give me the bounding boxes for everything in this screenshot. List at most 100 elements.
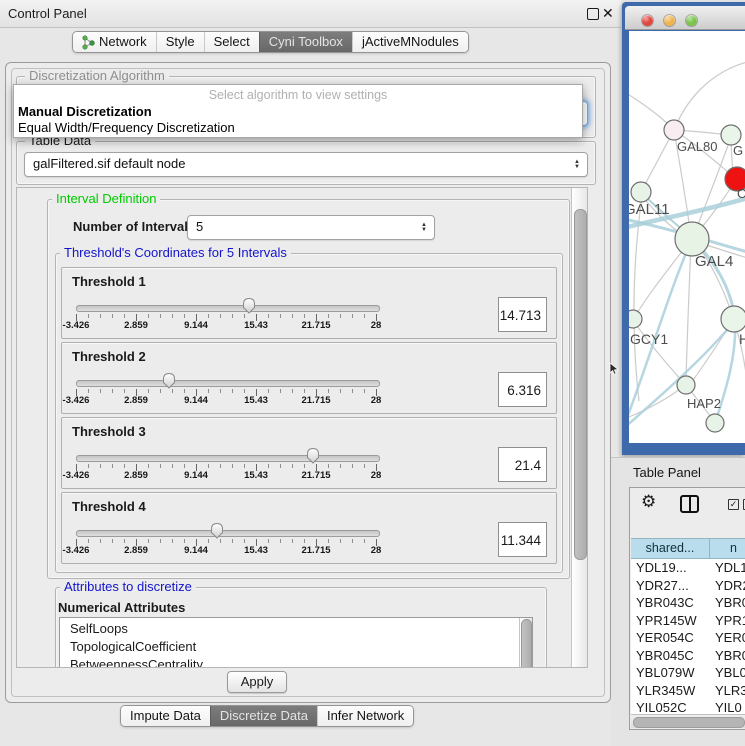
gear-icon[interactable]: ⚙ [641,492,656,512]
tab-style[interactable]: Style [156,32,204,52]
numerical-attributes-list[interactable]: SelfLoopsTopologicalCoefficientBetweenne… [59,617,533,668]
table-row[interactable]: YBR045CYBR0 [631,647,745,665]
list-item[interactable]: TopologicalCoefficient [70,638,196,656]
network-node-gal4[interactable] [675,222,709,256]
network-node-h[interactable] [721,306,745,332]
table-row[interactable]: YBL079WYBL0 [631,664,745,682]
list-scrollbar-track[interactable] [519,618,532,668]
threshold-value-field[interactable]: 21.4 [498,447,547,482]
table-row[interactable]: YLR345WYLR3 [631,682,745,700]
slider-tick [220,464,221,468]
table-data-combobox[interactable]: galFiltered.sif default node ▲▼ [24,152,588,177]
table-row[interactable]: YDL19...YDL1 [631,559,745,577]
network-edge[interactable] [629,91,671,127]
column-header-shared-[interactable]: shared... [631,538,710,559]
apply-button[interactable]: Apply [227,671,287,693]
column-layout-icon[interactable] [680,495,699,513]
table-header-row[interactable]: shared...n [631,538,745,559]
minimize-light[interactable] [664,15,675,26]
slider-track[interactable] [76,380,380,387]
network-node-gal80[interactable] [664,120,684,140]
mouse-cursor [609,362,621,376]
table-hscrollbar-thumb[interactable] [633,717,745,728]
tab-impute-data[interactable]: Impute Data [121,706,210,726]
tab-label: Network [99,32,147,52]
slider-tick [160,314,161,318]
slider-thumb[interactable] [209,521,225,540]
table-row[interactable]: YIL052CYIL0 [631,699,745,714]
threshold-value-field[interactable]: 6.316 [498,372,547,407]
slider-thumb[interactable] [161,371,177,390]
table-row[interactable]: YBR043CYBR0 [631,594,745,612]
slider-track[interactable] [76,455,380,462]
popup-item-manual-discretization[interactable]: Manual Discretization [18,104,152,119]
network-node-g[interactable] [721,125,741,145]
node-label: GAL80 [677,139,717,154]
cell-name: YER0 [715,629,745,647]
slider-tick [244,539,245,543]
float-window-icon[interactable] [587,8,599,20]
list-item[interactable]: BetweennessCentrality [70,656,203,668]
table-row[interactable]: YDR27...YDR2 [631,577,745,595]
tick-label: -3.426 [63,395,90,406]
number-of-intervals-label: Number of Intervals [73,219,195,234]
network-node-partial-node[interactable] [706,414,724,432]
slider-tick [88,389,89,393]
list-scrollbar-thumb[interactable] [521,619,532,668]
slider-tick [232,314,233,318]
slider-tick [232,539,233,543]
list-item[interactable]: SelfLoops [70,620,128,638]
slider-tick [292,389,293,393]
network-view-window[interactable]: GAL80GCGAL11GAL4GCY1HHAP2 [622,2,745,455]
tab-label: Impute Data [130,706,201,726]
slider-track[interactable] [76,305,380,312]
tab-cyni-toolbox[interactable]: Cyni Toolbox [259,32,352,52]
popup-item-equal-width-frequency-discretization[interactable]: Equal Width/Frequency Discretization [18,120,235,135]
slider-tick [352,539,353,543]
zoom-light[interactable] [686,15,697,26]
network-node-hap2[interactable] [677,376,695,394]
tab-discretize-data[interactable]: Discretize Data [210,706,317,726]
network-node-gal11[interactable] [631,182,651,202]
network-canvas[interactable]: GAL80GCGAL11GAL4GCY1HHAP2 [629,31,745,443]
cell-shared-name: YBR045C [636,647,694,665]
number-of-intervals-combobox[interactable]: 5 ▲▼ [187,215,435,240]
threshold-value-field[interactable]: 14.713 [498,297,547,332]
table-row[interactable]: YER054CYER0 [631,629,745,647]
slider-thumb[interactable] [241,296,257,315]
node-label: G [733,143,743,158]
close-icon[interactable]: ✕ [602,5,614,22]
table-row[interactable]: YPR145WYPR1 [631,612,745,630]
slider-tick [232,464,233,468]
slider-tick [364,389,365,393]
checkbox-checked-icon[interactable]: ✓ [728,499,739,510]
slider-track[interactable] [76,530,380,537]
network-node-gcy1[interactable] [629,310,642,328]
column-header-n[interactable]: n [710,538,745,559]
slider-tick [280,464,281,468]
tab-jactivemnodules[interactable]: jActiveMNodules [352,32,468,52]
tab-infer-network[interactable]: Infer Network [317,706,413,726]
tab-select[interactable]: Select [204,32,259,52]
slider-thumb[interactable] [305,446,321,465]
table-rows[interactable]: YDL19...YDL1YDR27...YDR2YBR043CYBR0YPR14… [631,559,745,714]
stepper-arrows-icon[interactable]: ▲▼ [574,160,580,170]
tick-label: 9.144 [184,470,208,481]
table-hscrollbar-track[interactable] [631,714,745,728]
tick-label: 21.715 [301,545,330,556]
network-edge[interactable] [674,61,745,130]
network-edge[interactable] [686,243,691,381]
settings-scrollbar-track[interactable] [571,188,588,667]
group-title: Attributes to discretize [60,580,196,594]
tick-label: -3.426 [63,545,90,556]
node-label: HAP2 [687,396,721,411]
tick-label: 9.144 [184,320,208,331]
slider-tick [208,389,209,393]
tab-network[interactable]: Network [73,32,156,52]
threshold-value-field[interactable]: 11.344 [498,522,547,557]
tab-label: Discretize Data [220,706,308,726]
stepper-arrows-icon[interactable]: ▲▼ [421,223,427,233]
node-label: H [739,331,745,347]
close-light[interactable] [642,15,653,26]
settings-scrollbar-thumb[interactable] [574,209,587,560]
